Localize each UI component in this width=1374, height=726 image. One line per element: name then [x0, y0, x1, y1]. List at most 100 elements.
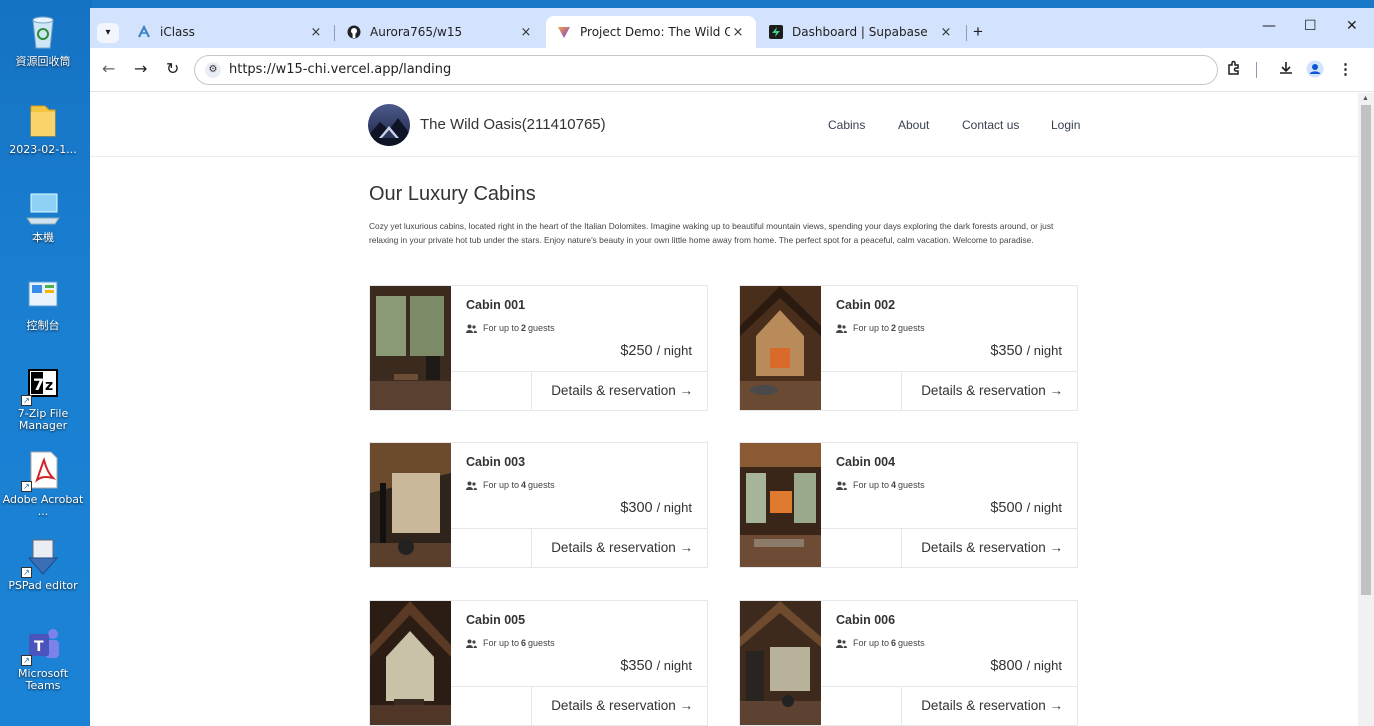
cabin-photo: [740, 286, 821, 410]
tab-close-button[interactable]: ×: [518, 25, 534, 40]
divider: [821, 686, 1077, 687]
cabin-photo: [370, 443, 451, 567]
download-icon[interactable]: [1278, 60, 1294, 80]
price-value: $800: [990, 658, 1023, 674]
price-unit: / night: [656, 658, 692, 673]
tab-github[interactable]: Aurora765/w15 ×: [336, 16, 544, 48]
cabin-name: Cabin 003: [466, 455, 526, 469]
price-unit: / night: [1026, 343, 1062, 358]
teams-icon: T ↗: [21, 624, 63, 666]
tab-iclass[interactable]: iClass ×: [126, 16, 334, 48]
guest-capacity: For up to 2 guests: [466, 323, 555, 333]
users-icon: [466, 481, 477, 490]
guest-prefix: For up to: [483, 480, 520, 490]
page-title: Our Luxury Cabins: [369, 183, 536, 205]
site-logo[interactable]: [368, 104, 410, 146]
back-button[interactable]: ←: [102, 59, 115, 78]
desktop-icon-7zip[interactable]: 7 z ↗ 7-Zip File Manager: [0, 364, 86, 432]
cabin-card: Cabin 003 For up to 4 guests $300/ night D…: [369, 442, 708, 568]
tab-project-demo[interactable]: Project Demo: The Wild Oasis ×: [546, 16, 756, 48]
guest-count: 6: [891, 638, 897, 648]
users-icon: [466, 639, 477, 648]
price-value: $350: [990, 343, 1023, 359]
guest-prefix: For up to: [483, 638, 520, 648]
nav-contact[interactable]: Contact us: [962, 118, 1019, 132]
minimize-button[interactable]: —: [1262, 18, 1276, 34]
browser-menu-icon[interactable]: ⋮: [1338, 60, 1353, 78]
extensions-icon[interactable]: [1226, 60, 1242, 80]
details-reservation-link[interactable]: Details & reservation →: [921, 383, 1063, 398]
scrollbar-thumb[interactable]: [1361, 105, 1371, 595]
cabin-price: $500/ night: [990, 500, 1062, 516]
desktop-icon-computer[interactable]: 本機: [0, 188, 86, 244]
cabin-name: Cabin 004: [836, 455, 896, 469]
cabin-photo: [740, 443, 821, 567]
desktop-icon-label: 2023-02-1...: [9, 143, 77, 156]
cabin-photo: [370, 286, 451, 410]
profile-avatar-icon[interactable]: [1306, 60, 1324, 82]
brand-name[interactable]: The Wild Oasis(211410765): [420, 116, 606, 133]
guest-suffix: guests: [898, 480, 925, 490]
cabin-card: Cabin 001 For up to 2 guests $250/ night D…: [369, 285, 708, 411]
divider: [901, 686, 902, 725]
details-reservation-link[interactable]: Details & reservation →: [551, 698, 693, 713]
desktop-icon-teams[interactable]: T ↗ Microsoft Teams: [0, 624, 86, 692]
address-bar[interactable]: ⚙ https://w15-chi.vercel.app/landing: [194, 55, 1218, 85]
cabin-card: Cabin 005 For up to 6 guests $350/ night D…: [369, 600, 708, 726]
cabin-price: $250/ night: [620, 343, 692, 359]
page-viewport: The Wild Oasis(211410765) Cabins About C…: [90, 93, 1358, 726]
desktop-icon-control-panel[interactable]: 控制台: [0, 276, 86, 332]
close-window-button[interactable]: ✕: [1346, 18, 1358, 34]
cabin-price: $300/ night: [620, 500, 692, 516]
guest-count: 2: [891, 323, 897, 333]
price-unit: / night: [1026, 500, 1062, 515]
guest-suffix: guests: [898, 323, 925, 333]
desktop-icon-label: 本機: [32, 231, 54, 244]
vercel-icon: [556, 24, 572, 40]
desktop-icon-folder[interactable]: 2023-02-1...: [0, 100, 86, 156]
details-reservation-link[interactable]: Details & reservation →: [551, 540, 693, 555]
tab-supabase[interactable]: Dashboard | Supabase ×: [758, 16, 964, 48]
desktop-icon-pspad[interactable]: ↗ PSPad editor: [0, 536, 86, 592]
site-info-icon[interactable]: ⚙: [205, 62, 221, 78]
page-scrollbar[interactable]: ▲: [1358, 93, 1374, 726]
nav-cabins[interactable]: Cabins: [828, 118, 865, 132]
reload-button[interactable]: ↻: [166, 59, 179, 78]
cabin-name: Cabin 001: [466, 298, 526, 312]
folder-icon: [23, 100, 63, 140]
tab-close-button[interactable]: ×: [308, 25, 324, 40]
price-value: $300: [620, 500, 653, 516]
price-unit: / night: [656, 343, 692, 358]
guest-suffix: guests: [898, 638, 925, 648]
details-reservation-link[interactable]: Details & reservation →: [921, 540, 1063, 555]
forward-button[interactable]: →: [134, 59, 147, 78]
cabin-name: Cabin 005: [466, 613, 526, 627]
guest-capacity: For up to 6 guests: [466, 638, 555, 648]
tab-title: Dashboard | Supabase: [792, 25, 928, 39]
desktop-icon-recycle-bin[interactable]: 資源回收筒: [0, 12, 86, 68]
nav-login[interactable]: Login: [1051, 118, 1080, 132]
cabin-name: Cabin 002: [836, 298, 896, 312]
price-value: $500: [990, 500, 1023, 516]
guest-capacity: For up to 2 guests: [836, 323, 925, 333]
desktop-icon-acrobat[interactable]: ↗ Adobe Acrobat ...: [0, 450, 86, 518]
details-reservation-link[interactable]: Details & reservation →: [551, 383, 693, 398]
site-header: The Wild Oasis(211410765) Cabins About C…: [90, 93, 1358, 157]
tab-bar: ▾ iClass × Aurora765/w15 × Project Demo:…: [90, 8, 1374, 48]
tab-close-button[interactable]: ×: [730, 25, 746, 40]
details-reservation-link[interactable]: Details & reservation →: [921, 698, 1063, 713]
tab-close-button[interactable]: ×: [938, 25, 954, 40]
guest-capacity: For up to 4 guests: [836, 480, 925, 490]
divider: [821, 528, 1077, 529]
supabase-icon: [768, 24, 784, 40]
tab-search-button[interactable]: ▾: [97, 23, 119, 43]
maximize-button[interactable]: ☐: [1304, 18, 1317, 34]
cabin-card: Cabin 004 For up to 4 guests $500/ night D…: [739, 442, 1078, 568]
users-icon: [836, 324, 847, 333]
nav-about[interactable]: About: [898, 118, 929, 132]
divider: [901, 371, 902, 410]
toolbar-separator: [1256, 62, 1257, 78]
new-tab-button[interactable]: +: [973, 22, 983, 42]
scroll-up-arrow-icon[interactable]: ▲: [1362, 95, 1369, 102]
guest-prefix: For up to: [853, 323, 890, 333]
